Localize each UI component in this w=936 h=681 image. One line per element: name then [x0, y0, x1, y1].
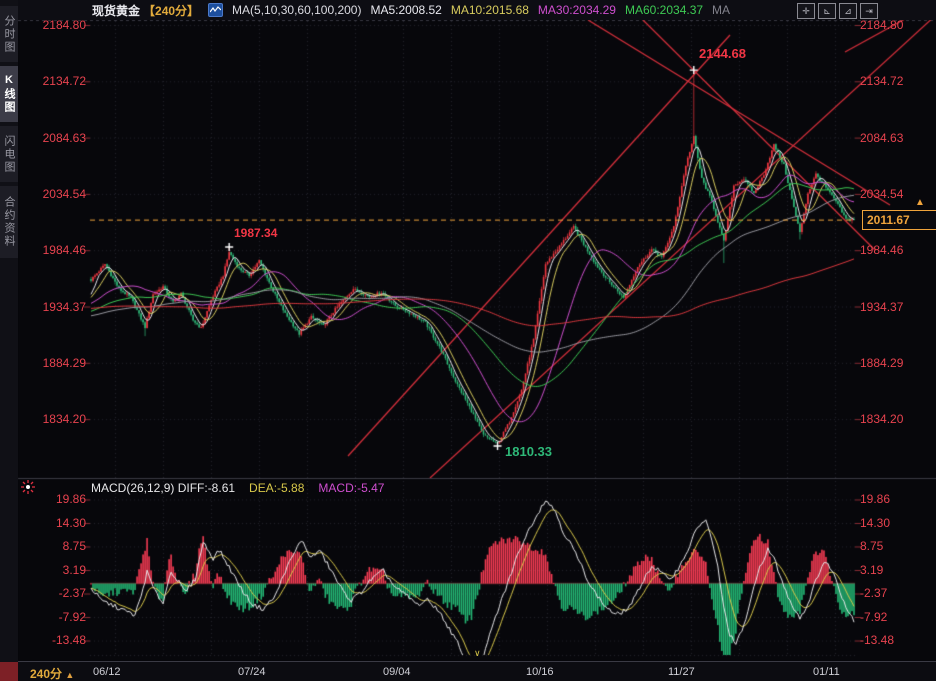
left-sidebar: 分时图 K线图 闪电图 合约资料	[0, 0, 18, 662]
macd-axis-right: -13.48	[860, 633, 895, 647]
macd-axis-left: 14.30	[55, 516, 86, 530]
axis-scale-right-icon[interactable]: ⊿	[839, 3, 857, 19]
macd-axis-left: -2.37	[58, 586, 86, 600]
price-up-arrow-icon: ▲	[915, 197, 925, 208]
ma10-value: MA10:2015.68	[450, 3, 529, 17]
price-label-right: 2084.63	[860, 131, 904, 145]
date-label: 11/27	[668, 666, 695, 678]
price-label-left: 1884.29	[42, 356, 86, 370]
pan-right-icon[interactable]: ⇥	[860, 3, 878, 19]
macd-axis-right: 14.30	[860, 516, 891, 530]
swing-high-label: 1987.34	[234, 226, 278, 240]
price-label-left: 2184.80	[42, 18, 86, 32]
macd-dea-label: DEA:-5.88	[249, 481, 305, 495]
timeline-bar: 240分 ▲ 06/12 07/24 09/04 10/16 11/27 01/…	[18, 661, 936, 681]
macd-axis-right: 19.86	[860, 492, 891, 506]
ma-settings-label: MA(5,10,30,60,100,200)	[232, 3, 362, 17]
indicator-icon	[208, 3, 224, 17]
price-label-right: 1984.46	[860, 243, 904, 257]
price-label-left: 2134.72	[42, 74, 86, 88]
price-label-left: 1834.20	[42, 412, 86, 426]
trading-app: 现货黄金 【240分】 MA(5,10,30,60,100,200) MA5:20…	[0, 0, 936, 681]
swing-low-label: 1810.33	[505, 444, 552, 459]
ma30-value: MA30:2034.29	[537, 3, 616, 17]
period-selector[interactable]: 240分 ▲	[30, 665, 74, 681]
price-label-right: 1934.37	[860, 300, 904, 314]
ma60-value: MA60:2034.37	[624, 3, 704, 17]
price-label-left: 1934.37	[42, 300, 86, 314]
date-label: 10/16	[526, 666, 554, 678]
sidebar-tab-contract-info[interactable]: 合约资料	[0, 186, 18, 258]
move-crosshair-icon[interactable]: ✛	[797, 3, 815, 19]
date-label: 07/24	[238, 666, 266, 678]
macd-axis-right: -7.92	[860, 610, 888, 624]
period-arrow-icon: ▲	[65, 670, 75, 680]
sidebar-tab-timeshare[interactable]: 分时图	[0, 6, 18, 62]
price-label-left: 1984.46	[42, 243, 86, 257]
price-label-right: 1834.20	[860, 412, 904, 426]
macd-axis-right: -2.37	[860, 586, 888, 600]
price-label-left: 2034.54	[42, 187, 86, 201]
macd-axis-right: 3.19	[860, 563, 884, 577]
price-label-right: 2184.80	[860, 18, 904, 32]
macd-axis-left: 19.86	[55, 492, 86, 506]
macd-axis-right: 8.75	[860, 539, 884, 553]
macd-axis-left: 3.19	[62, 563, 86, 577]
instrument-title: 现货黄金	[92, 3, 141, 18]
sidebar-tab-kline[interactable]: K线图	[0, 66, 18, 122]
last-price-box: 2011.67	[862, 210, 936, 230]
ma-extra-label: MA	[712, 3, 731, 17]
macd-diff-label: MACD(26,12,9) DIFF:-8.61	[91, 481, 236, 495]
ma5-value: MA5:2008.52	[370, 3, 442, 17]
last-price-value: 2011.67	[867, 213, 910, 227]
macd-header: MACD(26,12,9) DIFF:-8.61 DEA:-5.88 MACD:…	[91, 481, 384, 495]
sidebar-tab-lightning[interactable]: 闪电图	[0, 126, 18, 182]
date-label: 09/04	[383, 666, 411, 678]
price-label-right: 1884.29	[860, 356, 904, 370]
bottom-left-logo	[0, 662, 18, 681]
axis-scale-left-icon[interactable]: ⊾	[818, 3, 836, 19]
period-badge: 【240分】	[143, 3, 200, 18]
macd-axis-left: -13.48	[51, 633, 86, 647]
peak-high-label: 2144.68	[699, 46, 746, 61]
macd-axis-left: -7.92	[58, 610, 86, 624]
macd-value-label: MACD:-5.47	[318, 481, 385, 495]
chart-toolbar: ✛ ⊾ ⊿ ⇥	[797, 3, 878, 19]
price-label-left: 2084.63	[42, 131, 86, 145]
chart-canvas[interactable]	[0, 0, 936, 681]
date-label: 06/12	[93, 666, 121, 678]
date-label: 01/11	[813, 666, 840, 678]
macd-low-marker-icon: ∨	[474, 648, 481, 658]
price-label-right: 2134.72	[860, 74, 904, 88]
macd-axis-left: 8.75	[62, 539, 86, 553]
